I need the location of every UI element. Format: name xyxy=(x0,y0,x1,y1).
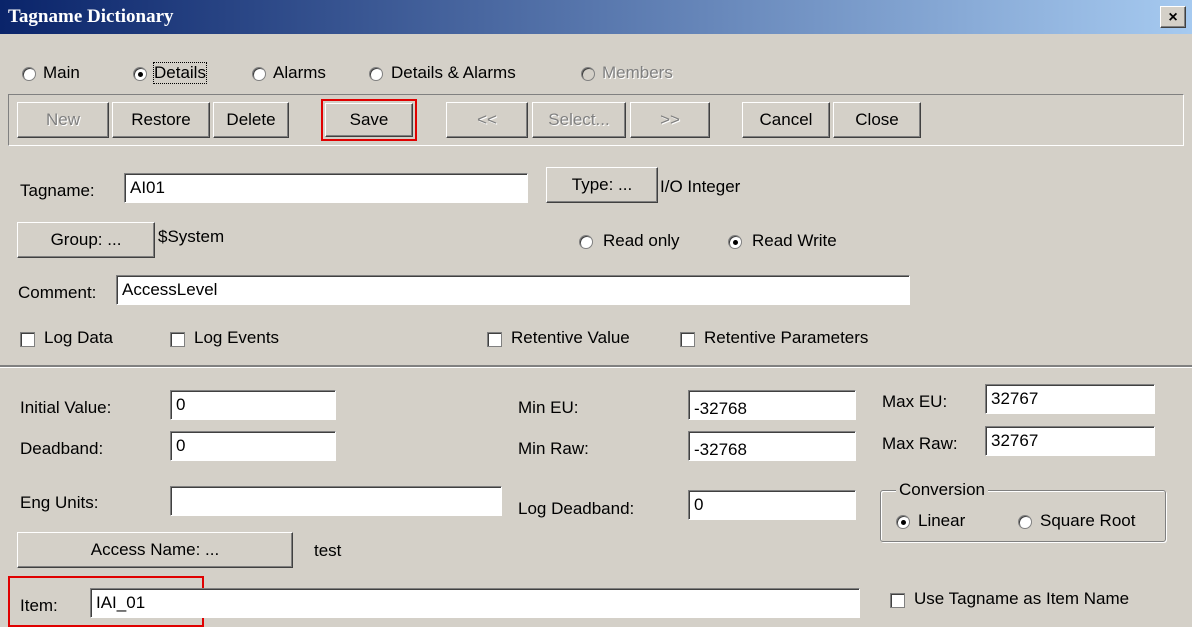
cancel-button[interactable]: Cancel xyxy=(742,102,830,138)
max-raw-input[interactable]: 32767 xyxy=(985,426,1155,456)
radio-square-root-label: Square Root xyxy=(1040,511,1136,530)
radio-details-alarms[interactable] xyxy=(369,67,383,81)
close-window-button[interactable]: × xyxy=(1160,6,1186,28)
radio-details-label: Details xyxy=(153,62,207,84)
initial-value-input[interactable]: 0 xyxy=(170,390,336,420)
log-events-checkbox[interactable] xyxy=(170,332,185,347)
retentive-value-label: Retentive Value xyxy=(511,328,630,347)
radio-alarms-label: Alarms xyxy=(273,63,326,82)
radio-read-write-label: Read Write xyxy=(752,231,837,250)
select-button[interactable]: Select... xyxy=(532,102,626,138)
access-name-value: test xyxy=(314,541,342,560)
log-events-label: Log Events xyxy=(194,328,280,347)
radio-members[interactable] xyxy=(581,67,595,81)
radio-linear-label: Linear xyxy=(918,511,966,530)
min-eu-label: Min EU: xyxy=(518,398,579,417)
save-button[interactable]: Save xyxy=(325,103,413,137)
close-button[interactable]: Close xyxy=(833,102,921,138)
radio-members-label: Members xyxy=(602,63,673,82)
section-divider xyxy=(0,365,1192,368)
group-value: $System xyxy=(158,227,225,246)
radio-read-only-label: Read only xyxy=(603,231,680,250)
retentive-parameters-label: Retentive Parameters xyxy=(704,328,869,347)
next-button[interactable]: >> xyxy=(630,102,710,138)
max-eu-input[interactable]: 32767 xyxy=(985,384,1155,414)
log-deadband-input[interactable]: 0 xyxy=(688,490,856,520)
delete-button[interactable]: Delete xyxy=(213,102,289,138)
retentive-parameters-checkbox[interactable] xyxy=(680,332,695,347)
min-eu-input[interactable]: -32768 xyxy=(688,390,856,420)
group-button[interactable]: Group: ... xyxy=(17,222,155,258)
eng-units-input[interactable] xyxy=(170,486,502,516)
min-raw-label: Min Raw: xyxy=(518,439,589,458)
radio-read-write[interactable] xyxy=(728,235,742,249)
restore-button[interactable]: Restore xyxy=(112,102,210,138)
radio-read-only[interactable] xyxy=(579,235,593,249)
radio-details[interactable] xyxy=(133,67,147,81)
max-eu-label: Max EU: xyxy=(882,392,948,411)
tagname-label: Tagname: xyxy=(20,181,95,200)
log-data-label: Log Data xyxy=(44,328,113,347)
window-title: Tagname Dictionary xyxy=(8,6,174,27)
min-raw-input[interactable]: -32768 xyxy=(688,431,856,461)
max-raw-label: Max Raw: xyxy=(882,434,958,453)
log-data-checkbox[interactable] xyxy=(20,332,35,347)
type-value: I/O Integer xyxy=(660,177,741,196)
radio-linear[interactable] xyxy=(896,515,910,529)
conversion-label: Conversion xyxy=(896,480,988,500)
initial-value-label: Initial Value: xyxy=(20,398,112,417)
close-icon: × xyxy=(1168,9,1178,26)
radio-main-label: Main xyxy=(43,63,80,82)
title-bar: Tagname Dictionary × xyxy=(0,0,1192,34)
deadband-input[interactable]: 0 xyxy=(170,431,336,461)
radio-alarms[interactable] xyxy=(252,67,266,81)
use-tagname-label: Use Tagname as Item Name xyxy=(914,589,1130,608)
use-tagname-checkbox[interactable] xyxy=(890,593,905,608)
new-button[interactable]: New xyxy=(17,102,109,138)
item-input[interactable]: IAI_01 xyxy=(90,588,860,618)
tagname-input[interactable]: AI01 xyxy=(124,173,528,203)
log-deadband-label: Log Deadband: xyxy=(518,499,635,518)
deadband-label: Deadband: xyxy=(20,439,104,458)
retentive-value-checkbox[interactable] xyxy=(487,332,502,347)
type-button[interactable]: Type: ... xyxy=(546,167,658,203)
access-name-button[interactable]: Access Name: ... xyxy=(17,532,293,568)
radio-details-alarms-label: Details & Alarms xyxy=(391,63,516,82)
eng-units-label: Eng Units: xyxy=(20,493,99,512)
item-label: Item: xyxy=(20,596,58,615)
comment-input[interactable]: AccessLevel xyxy=(116,275,910,305)
radio-main[interactable] xyxy=(22,67,36,81)
prev-button[interactable]: << xyxy=(446,102,528,138)
radio-square-root[interactable] xyxy=(1018,515,1032,529)
comment-label: Comment: xyxy=(18,283,97,302)
